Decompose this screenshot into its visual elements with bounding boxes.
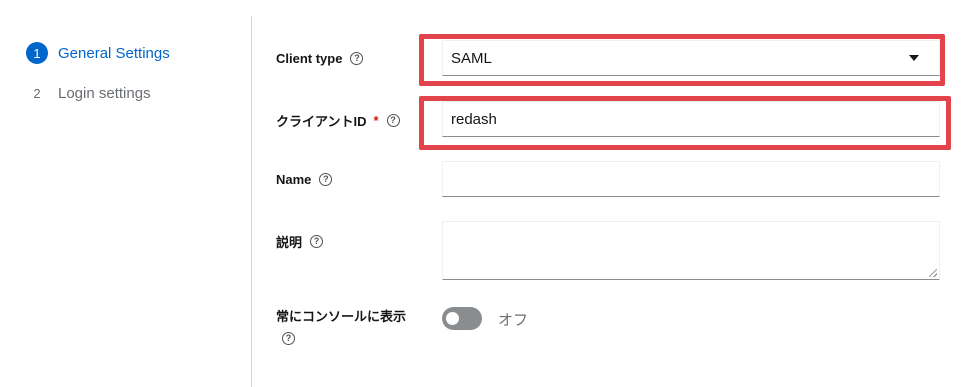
client-type-selected-value: SAML	[451, 49, 492, 67]
resize-handle-icon[interactable]	[929, 269, 937, 277]
name-label: Name	[276, 172, 312, 187]
wizard-divider	[251, 16, 252, 387]
client-id-label-group: クライアントID * ?	[276, 111, 400, 130]
step-label-general-settings: General Settings	[58, 44, 170, 62]
client-id-value: redash	[451, 110, 497, 128]
always-display-label-group: 常にコンソールに表示	[276, 306, 406, 325]
step-number-2: 2	[33, 85, 41, 101]
name-input[interactable]	[442, 161, 940, 197]
wizard-steps: 1 General Settings 2 Login settings	[0, 0, 252, 387]
step-number-1: 1	[26, 42, 48, 64]
toggle-knob	[446, 312, 459, 325]
description-label: 説明	[276, 235, 303, 250]
client-id-input[interactable]: redash	[442, 101, 940, 137]
name-help-icon[interactable]: ?	[319, 173, 333, 186]
description-textarea[interactable]	[442, 221, 940, 280]
client-id-help-icon[interactable]: ?	[386, 114, 400, 127]
client-type-select[interactable]: SAML	[442, 40, 940, 76]
always-display-help-icon[interactable]: ?	[282, 332, 295, 345]
client-type-label: Client type	[276, 51, 343, 66]
wizard-step-general-settings[interactable]: 1 General Settings	[26, 41, 170, 65]
client-id-label: クライアントID	[276, 114, 367, 129]
always-display-toggle[interactable]	[442, 307, 482, 330]
wizard-step-login-settings[interactable]: 2 Login settings	[26, 81, 151, 105]
caret-down-icon	[909, 55, 919, 61]
name-label-group: Name ?	[276, 172, 333, 187]
client-type-help-icon[interactable]: ?	[350, 52, 364, 65]
client-create-page: 1 General Settings 2 Login settings Clie…	[0, 0, 964, 387]
description-help-icon[interactable]: ?	[310, 235, 324, 248]
always-display-label: 常にコンソールに表示	[276, 309, 407, 324]
client-type-label-group: Client type ?	[276, 51, 364, 66]
required-indicator: *	[373, 113, 379, 128]
description-label-group: 説明 ?	[276, 232, 324, 251]
always-display-toggle-text: オフ	[498, 312, 529, 329]
step-label-login-settings: Login settings	[58, 84, 151, 102]
